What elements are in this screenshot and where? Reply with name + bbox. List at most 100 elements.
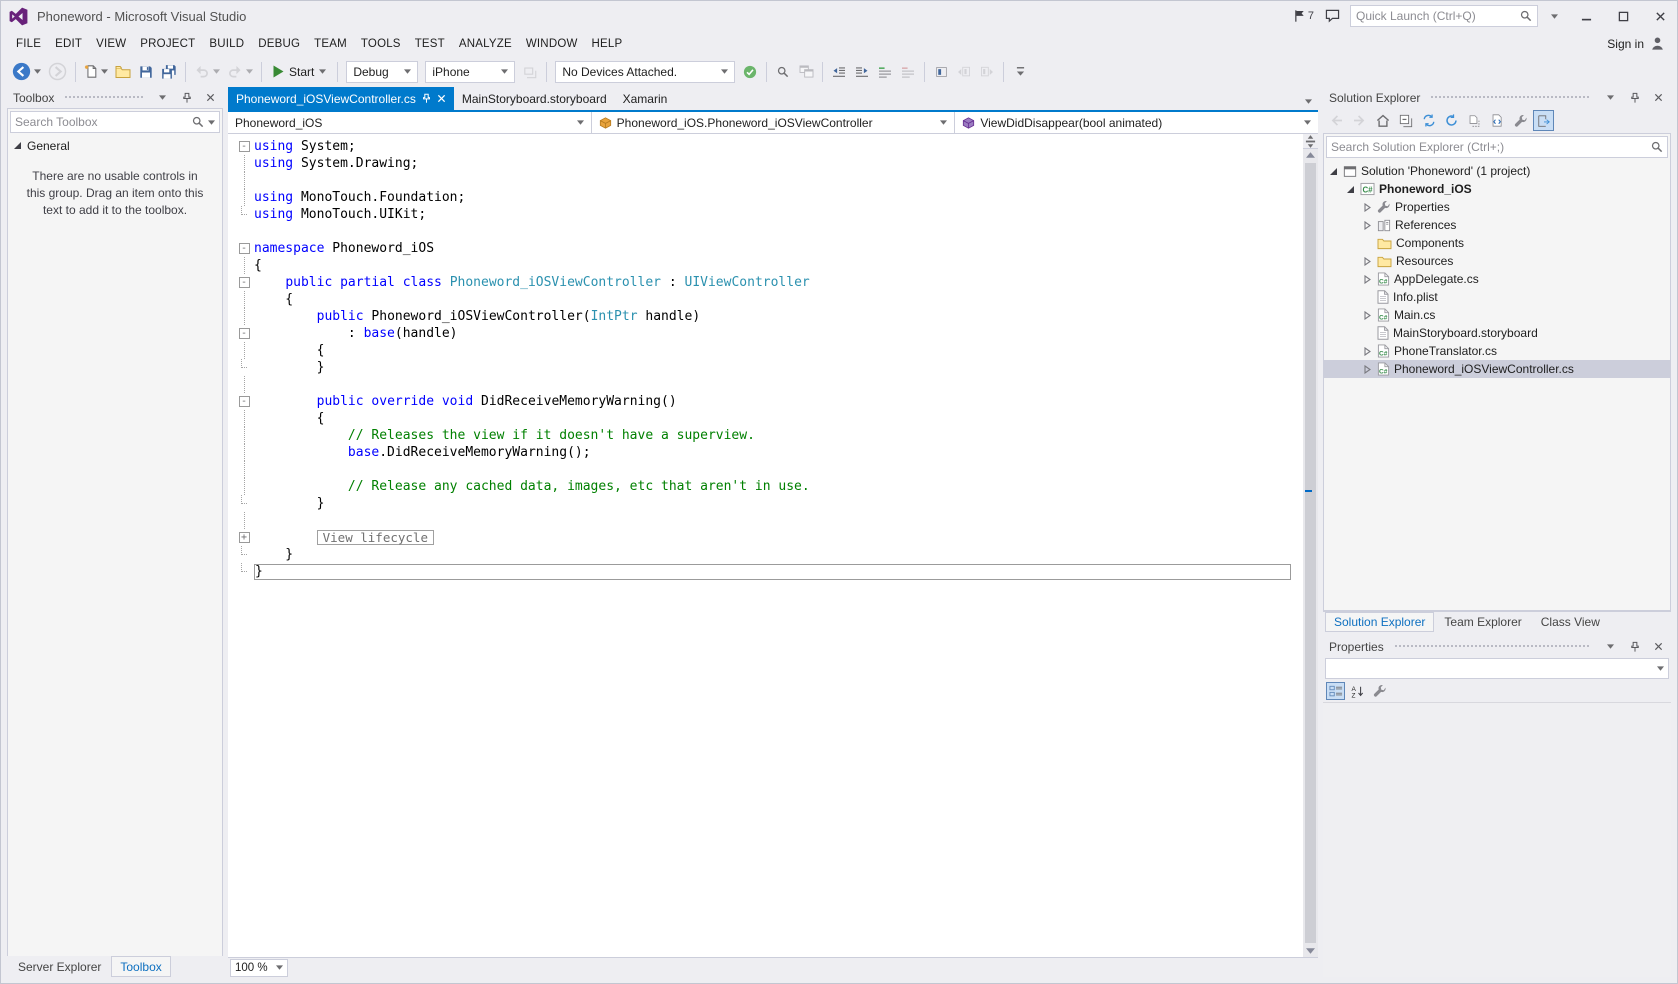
toggle-bookmark-button[interactable] xyxy=(930,60,952,84)
panel-tab-server-explorer[interactable]: Server Explorer xyxy=(9,956,110,977)
vertical-scrollbar[interactable] xyxy=(1303,134,1318,957)
expand-region-icon[interactable]: + xyxy=(239,532,250,543)
tab-mainstoryboard-storyboard[interactable]: MainStoryboard.storyboard xyxy=(454,87,615,110)
menu-tools[interactable]: TOOLS xyxy=(354,34,408,54)
properties-object-dropdown[interactable] xyxy=(1325,658,1669,679)
menu-debug[interactable]: DEBUG xyxy=(251,34,307,54)
sync-with-active-document-button[interactable] xyxy=(1418,110,1439,131)
collapse-arrow-icon[interactable] xyxy=(1345,184,1356,195)
view-code-button[interactable] xyxy=(1487,110,1508,131)
tree-item-main-cs[interactable]: C#Main.cs xyxy=(1324,306,1670,324)
panel-tab-solution-explorer[interactable]: Solution Explorer xyxy=(1325,612,1434,632)
back-button[interactable] xyxy=(1326,110,1347,131)
solution-explorer-menu-button[interactable] xyxy=(1601,89,1620,107)
scroll-down-icon[interactable] xyxy=(1306,948,1315,954)
configuration-dropdown[interactable]: Debug xyxy=(346,61,418,83)
collapse-region-icon[interactable]: - xyxy=(239,243,250,254)
code-editor[interactable]: -using System;using System.Drawing;using… xyxy=(228,134,1303,957)
expand-arrow-icon[interactable] xyxy=(1362,364,1373,375)
new-file-button[interactable] xyxy=(81,60,111,84)
uncomment-selection-button[interactable] xyxy=(897,60,919,84)
categorized-button[interactable] xyxy=(1326,682,1345,700)
forward-button[interactable] xyxy=(1349,110,1370,131)
redo-button[interactable] xyxy=(224,60,256,84)
find-in-files-button[interactable] xyxy=(772,60,794,84)
tab-xamarin[interactable]: Xamarin xyxy=(615,87,676,110)
quick-launch-input[interactable] xyxy=(1356,9,1516,23)
expand-arrow-icon[interactable] xyxy=(1362,256,1373,267)
toolbox-menu-button[interactable] xyxy=(153,89,172,107)
menu-team[interactable]: TEAM xyxy=(307,34,354,54)
collapse-region-icon[interactable]: - xyxy=(239,141,250,152)
zoom-control[interactable]: 100 % xyxy=(230,959,288,977)
navigate-forward-button[interactable] xyxy=(45,60,70,84)
device-dropdown[interactable]: No Devices Attached. xyxy=(555,61,735,83)
expand-arrow-icon[interactable] xyxy=(1362,346,1373,357)
property-pages-button[interactable] xyxy=(1370,682,1389,700)
ide-windows-button[interactable] xyxy=(795,60,817,84)
solution-explorer-header[interactable]: Solution Explorer xyxy=(1323,87,1671,108)
tree-item-components[interactable]: Components xyxy=(1324,234,1670,252)
properties-close-button[interactable] xyxy=(1649,638,1668,656)
tree-item-mainstoryboard-storyboard[interactable]: MainStoryboard.storyboard xyxy=(1324,324,1670,342)
menu-test[interactable]: TEST xyxy=(408,34,452,54)
toolbox-header[interactable]: Toolbox xyxy=(7,87,223,108)
toolbar-options-button[interactable] xyxy=(1009,60,1031,84)
scrollbar-thumb[interactable] xyxy=(1305,163,1316,943)
navigate-backward-button[interactable] xyxy=(9,60,44,84)
tab-list-button[interactable] xyxy=(1299,92,1318,110)
search-options-caret-icon[interactable] xyxy=(208,120,215,125)
toolbox-pin-button[interactable] xyxy=(177,89,196,107)
save-button[interactable] xyxy=(135,60,157,84)
menu-build[interactable]: BUILD xyxy=(202,34,251,54)
tree-item-appdelegate-cs[interactable]: C#AppDelegate.cs xyxy=(1324,270,1670,288)
horizontal-scrollbar[interactable] xyxy=(291,961,1315,975)
menu-window[interactable]: WINDOW xyxy=(519,34,585,54)
preview-selected-items-button[interactable] xyxy=(1533,110,1554,131)
solution-explorer-close-button[interactable] xyxy=(1649,89,1668,107)
toolbox-group-general[interactable]: General xyxy=(8,135,222,156)
collapse-region-icon[interactable]: - xyxy=(239,277,250,288)
home-button[interactable] xyxy=(1372,110,1393,131)
menu-file[interactable]: FILE xyxy=(9,34,48,54)
member-dropdown[interactable]: ViewDidDisappear(bool animated) xyxy=(955,112,1318,133)
collapsed-region[interactable]: View lifecycle xyxy=(317,530,434,545)
menu-view[interactable]: VIEW xyxy=(89,34,133,54)
tree-item-solution-phoneword-1-project[interactable]: Solution 'Phoneword' (1 project) xyxy=(1324,162,1670,180)
collapse-region-icon[interactable]: - xyxy=(239,328,250,339)
tree-item-info-plist[interactable]: Info.plist xyxy=(1324,288,1670,306)
device-status-button[interactable] xyxy=(739,60,761,84)
decrease-indent-button[interactable] xyxy=(828,60,850,84)
quick-launch[interactable] xyxy=(1350,5,1538,27)
tree-item-phoneword-ios[interactable]: C#Phoneword_iOS xyxy=(1324,180,1670,198)
properties-pin-button[interactable] xyxy=(1625,638,1644,656)
properties-header[interactable]: Properties xyxy=(1323,636,1671,657)
feedback-button[interactable] xyxy=(1321,4,1343,28)
alphabetical-button[interactable]: AZ xyxy=(1348,682,1367,700)
expand-arrow-icon[interactable] xyxy=(1362,220,1373,231)
split-editor-handle[interactable] xyxy=(1303,134,1318,149)
tree-item-phoneword-iosviewcontroller-cs[interactable]: C#Phoneword_iOSViewController.cs xyxy=(1324,360,1670,378)
expand-arrow-icon[interactable] xyxy=(1362,274,1373,285)
minimize-button[interactable] xyxy=(1571,5,1601,27)
tree-item-resources[interactable]: Resources xyxy=(1324,252,1670,270)
show-all-files-button[interactable] xyxy=(1464,110,1485,131)
project-dropdown[interactable]: Phoneword_iOS xyxy=(228,112,592,133)
comment-selection-button[interactable] xyxy=(874,60,896,84)
tree-item-phonetranslator-cs[interactable]: C#PhoneTranslator.cs xyxy=(1324,342,1670,360)
expand-arrow-icon[interactable] xyxy=(1362,202,1373,213)
close-button[interactable] xyxy=(1645,5,1675,27)
solution-explorer-search[interactable] xyxy=(1326,136,1668,158)
next-bookmark-button[interactable] xyxy=(976,60,998,84)
sign-in-button[interactable]: Sign in xyxy=(1595,36,1677,51)
type-dropdown[interactable]: Phoneword_iOS.Phoneword_iOSViewControlle… xyxy=(592,112,956,133)
expand-arrow-icon[interactable] xyxy=(1362,310,1373,321)
previous-bookmark-button[interactable] xyxy=(953,60,975,84)
maximize-button[interactable] xyxy=(1608,5,1638,27)
tab-phoneword-iosviewcontroller-cs[interactable]: Phoneword_iOSViewController.cs xyxy=(228,87,454,110)
save-all-button[interactable] xyxy=(158,60,180,84)
quick-launch-options-button[interactable] xyxy=(1545,7,1564,25)
panel-tab-class-view[interactable]: Class View xyxy=(1532,612,1609,632)
menu-edit[interactable]: EDIT xyxy=(48,34,89,54)
collapse-arrow-icon[interactable] xyxy=(1328,166,1339,177)
